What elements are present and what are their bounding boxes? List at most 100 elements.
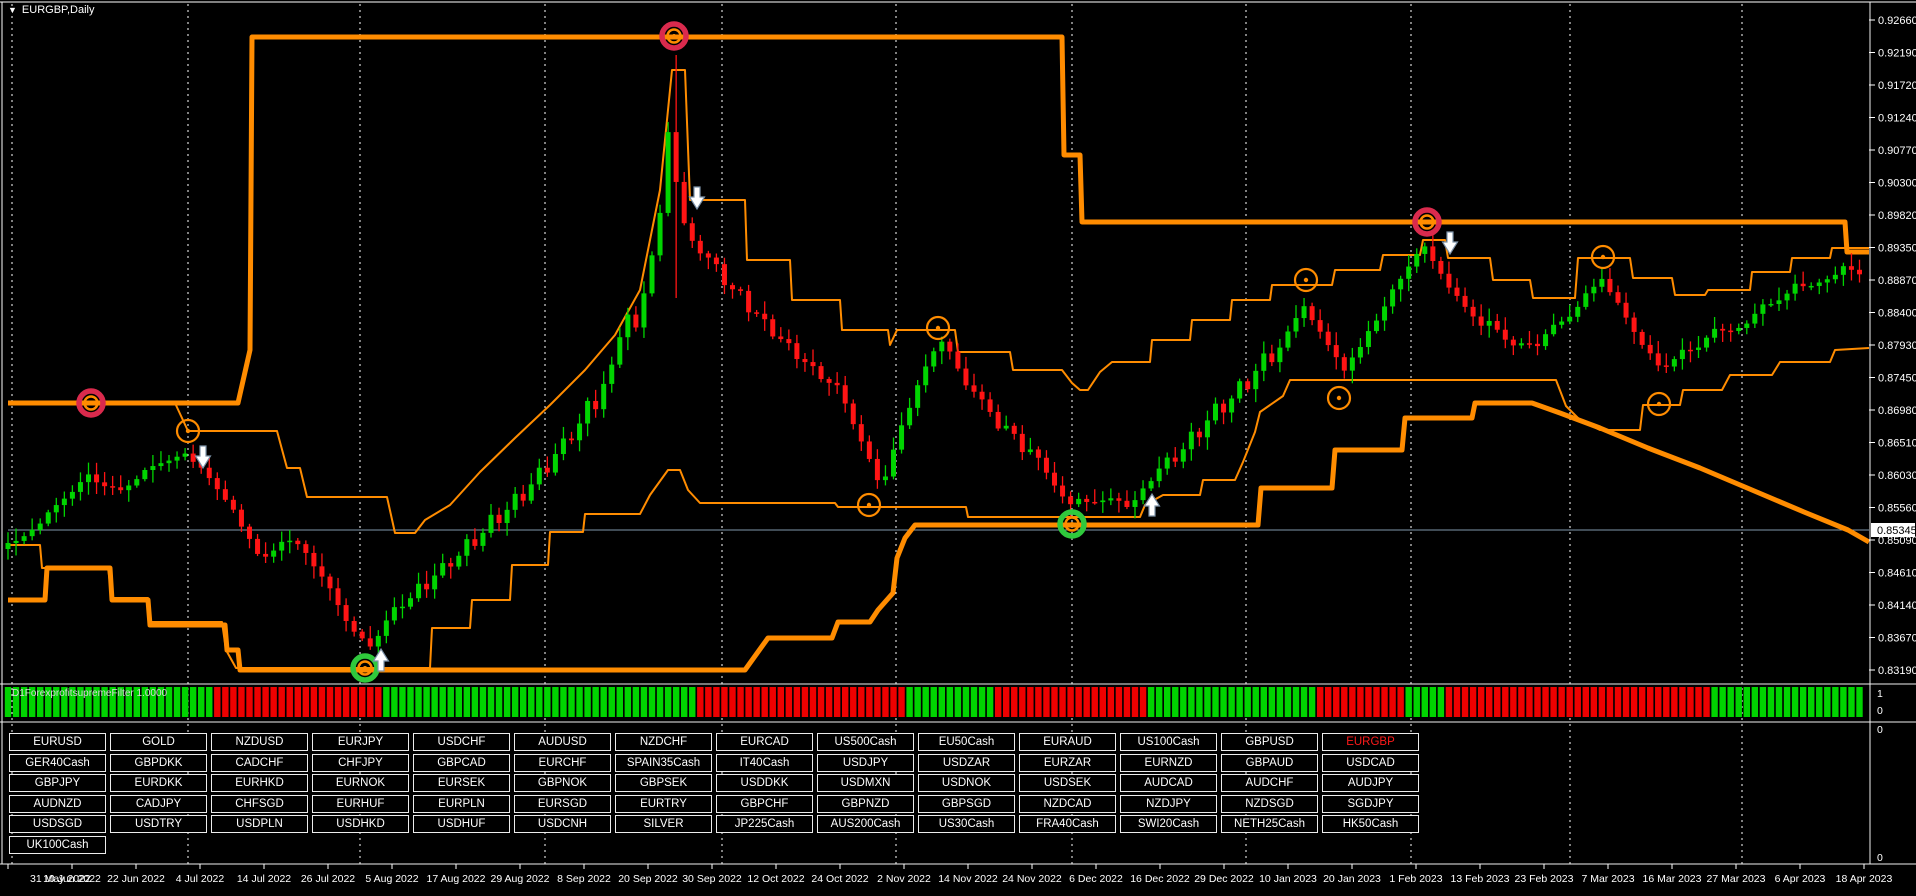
symbol-button-USDCAD[interactable]: USDCAD <box>1322 754 1419 772</box>
symbol-button-NZDCHF[interactable]: NZDCHF <box>615 733 712 751</box>
symbol-button-GER40Cash[interactable]: GER40Cash <box>9 754 106 772</box>
symbol-button-EURUSD[interactable]: EURUSD <box>9 733 106 751</box>
symbol-button-USDDKK[interactable]: USDDKK <box>716 774 813 792</box>
symbol-button-CADJPY[interactable]: CADJPY <box>110 795 207 813</box>
symbol-button-HK50Cash[interactable]: HK50Cash <box>1322 815 1419 833</box>
symbol-button-NZDSGD[interactable]: NZDSGD <box>1221 795 1318 813</box>
symbol-button-USDJPY[interactable]: USDJPY <box>817 754 914 772</box>
symbol-button-EURHUF[interactable]: EURHUF <box>312 795 409 813</box>
symbol-button-EU50Cash[interactable]: EU50Cash <box>918 733 1015 751</box>
symbol-button-AUDUSD[interactable]: AUDUSD <box>514 733 611 751</box>
symbol-button-GBPDKK[interactable]: GBPDKK <box>110 754 207 772</box>
symbol-button-AUDCAD[interactable]: AUDCAD <box>1120 774 1217 792</box>
symbol-button-GBPUSD[interactable]: GBPUSD <box>1221 733 1318 751</box>
thin-lower-band <box>8 348 1869 668</box>
price-axis-label: 0.86030 <box>1878 470 1916 482</box>
symbol-button-EURNZD[interactable]: EURNZD <box>1120 754 1217 772</box>
symbol-button-USDSGD[interactable]: USDSGD <box>9 815 106 833</box>
time-axis-label: 29 Dec 2022 <box>1194 873 1254 885</box>
symbol-button-EURPLN[interactable]: EURPLN <box>413 795 510 813</box>
price-axis-label: 0.83670 <box>1878 633 1916 645</box>
symbol-button-GBPSGD[interactable]: GBPSGD <box>918 795 1015 813</box>
time-axis-label: 7 Mar 2023 <box>1581 873 1634 885</box>
price-axis-label: 0.89820 <box>1878 210 1916 222</box>
symbol-button-GBPAUD[interactable]: GBPAUD <box>1221 754 1318 772</box>
symbol-button-USDTRY[interactable]: USDTRY <box>110 815 207 833</box>
symbol-button-EURTRY[interactable]: EURTRY <box>615 795 712 813</box>
symbol-button-EURDKK[interactable]: EURDKK <box>110 774 207 792</box>
price-axis-label: 0.88870 <box>1878 275 1916 287</box>
symbol-button-FRA40Cash[interactable]: FRA40Cash <box>1019 815 1116 833</box>
symbol-button-USDZAR[interactable]: USDZAR <box>918 754 1015 772</box>
thick-upper-band <box>8 37 1869 403</box>
symbol-button-AUS200Cash[interactable]: AUS200Cash <box>817 815 914 833</box>
price-axis-label: 0.86980 <box>1878 405 1916 417</box>
orange-circle-dot <box>936 326 940 330</box>
symbol-button-JP225Cash[interactable]: JP225Cash <box>716 815 813 833</box>
symbol-button-GBPCAD[interactable]: GBPCAD <box>413 754 510 772</box>
symbol-button-USDMXN[interactable]: USDMXN <box>817 774 914 792</box>
bullseye-green-dot <box>1070 522 1074 526</box>
symbol-button-SPAIN35Cash[interactable]: SPAIN35Cash <box>615 754 712 772</box>
symbol-button-EURNOK[interactable]: EURNOK <box>312 774 409 792</box>
histogram-scale-top: 1 <box>1877 688 1883 700</box>
symbol-button-EURCAD[interactable]: EURCAD <box>716 733 813 751</box>
symbol-button-US30Cash[interactable]: US30Cash <box>918 815 1015 833</box>
symbol-button-EURGBP[interactable]: EURGBP <box>1322 733 1419 751</box>
time-axis-label: 14 Jul 2022 <box>237 873 291 885</box>
sell-arrow-icon <box>196 446 211 468</box>
symbol-button-GBPSEK[interactable]: GBPSEK <box>615 774 712 792</box>
symbol-button-EURHKD[interactable]: EURHKD <box>211 774 308 792</box>
symbol-button-GBPCHF[interactable]: GBPCHF <box>716 795 813 813</box>
symbol-button-UK100Cash[interactable]: UK100Cash <box>9 836 106 854</box>
symbol-button-USDPLN[interactable]: USDPLN <box>211 815 308 833</box>
chart-title-label: EURGBP,Daily <box>22 4 95 16</box>
symbol-button-GBPNZD[interactable]: GBPNZD <box>817 795 914 813</box>
symbol-button-NZDJPY[interactable]: NZDJPY <box>1120 795 1217 813</box>
price-axis-label: 0.92190 <box>1878 48 1916 60</box>
price-axis-label: 0.86510 <box>1878 438 1916 450</box>
time-axis-label: 23 Feb 2023 <box>1515 873 1574 885</box>
symbol-button-USDHUF[interactable]: USDHUF <box>413 815 510 833</box>
current-price-value: 0.85345 <box>1877 525 1916 537</box>
symbol-button-AUDJPY[interactable]: AUDJPY <box>1322 774 1419 792</box>
symbol-button-AUDCHF[interactable]: AUDCHF <box>1221 774 1318 792</box>
orange-circle-dot <box>186 429 190 433</box>
symbol-button-CHFSGD[interactable]: CHFSGD <box>211 795 308 813</box>
symbol-button-US100Cash[interactable]: US100Cash <box>1120 733 1217 751</box>
time-axis-label: 13 Feb 2023 <box>1451 873 1510 885</box>
symbol-button-SGDJPY[interactable]: SGDJPY <box>1322 795 1419 813</box>
symbol-button-NZDCAD[interactable]: NZDCAD <box>1019 795 1116 813</box>
symbol-button-EURZAR[interactable]: EURZAR <box>1019 754 1116 772</box>
bullseye-red-dot <box>1425 220 1429 224</box>
symbol-button-AUDNZD[interactable]: AUDNZD <box>9 795 106 813</box>
price-axis-label: 0.90770 <box>1878 145 1916 157</box>
symbol-button-EURCHF[interactable]: EURCHF <box>514 754 611 772</box>
symbol-button-NETH25Cash[interactable]: NETH25Cash <box>1221 815 1318 833</box>
price-axis-label: 0.87450 <box>1878 373 1916 385</box>
symbol-button-EURSEK[interactable]: EURSEK <box>413 774 510 792</box>
symbol-button-IT40Cash[interactable]: IT40Cash <box>716 754 813 772</box>
symbol-button-USDSEK[interactable]: USDSEK <box>1019 774 1116 792</box>
symbol-button-SILVER[interactable]: SILVER <box>615 815 712 833</box>
symbol-button-GOLD[interactable]: GOLD <box>110 733 207 751</box>
symbol-button-EURAUD[interactable]: EURAUD <box>1019 733 1116 751</box>
time-axis-label: 10 Jan 2023 <box>1259 873 1317 885</box>
price-axis-label: 0.91720 <box>1878 80 1916 92</box>
symbol-button-GBPJPY[interactable]: GBPJPY <box>9 774 106 792</box>
symbol-button-GBPNOK[interactable]: GBPNOK <box>514 774 611 792</box>
symbol-button-USDCNH[interactable]: USDCNH <box>514 815 611 833</box>
symbol-button-USDHKD[interactable]: USDHKD <box>312 815 409 833</box>
symbol-button-CHFJPY[interactable]: CHFJPY <box>312 754 409 772</box>
symbol-button-EURJPY[interactable]: EURJPY <box>312 733 409 751</box>
symbol-button-NZDUSD[interactable]: NZDUSD <box>211 733 308 751</box>
symbol-button-CADCHF[interactable]: CADCHF <box>211 754 308 772</box>
time-axis-label: 26 Jul 2022 <box>301 873 355 885</box>
symbol-button-EURSGD[interactable]: EURSGD <box>514 795 611 813</box>
symbol-button-USDNOK[interactable]: USDNOK <box>918 774 1015 792</box>
symbol-button-USDCHF[interactable]: USDCHF <box>413 733 510 751</box>
symbol-button-SWI20Cash[interactable]: SWI20Cash <box>1120 815 1217 833</box>
time-axis-label: 6 Dec 2022 <box>1069 873 1123 885</box>
symbol-button-US500Cash[interactable]: US500Cash <box>817 733 914 751</box>
price-axis-label: 0.83190 <box>1878 665 1916 677</box>
